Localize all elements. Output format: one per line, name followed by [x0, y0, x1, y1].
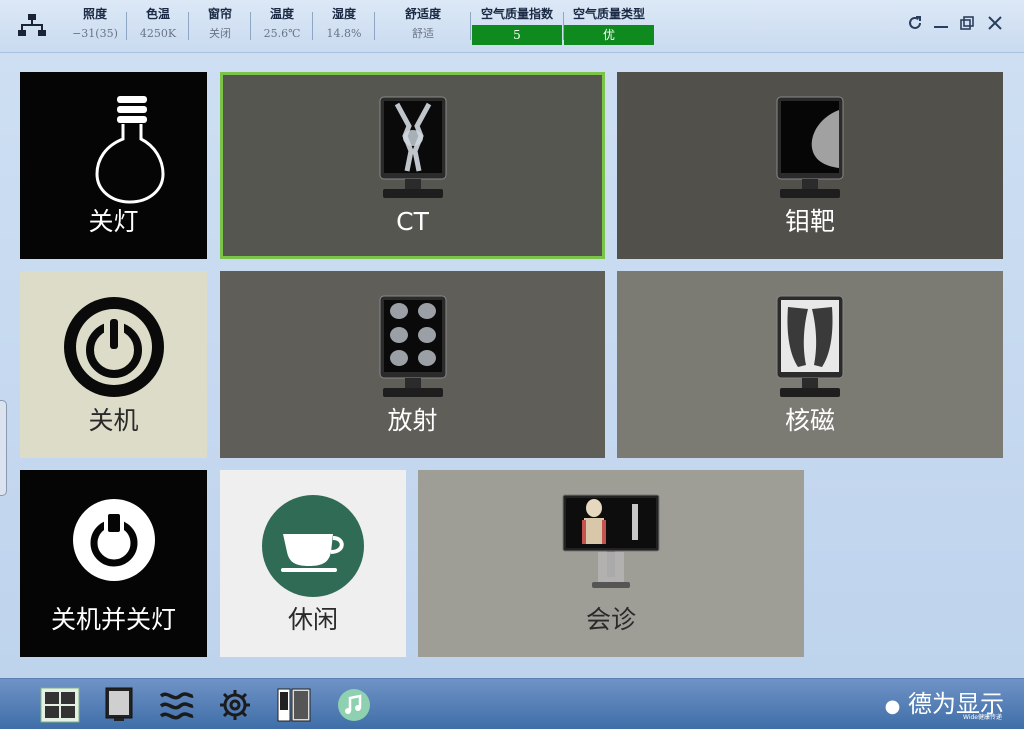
color-temp-stat: 色温 4250K	[130, 6, 186, 46]
network-icon[interactable]	[18, 12, 46, 38]
status-bar: 照度 −31(35) 色温 4250K 窗帘 关闭 温度 25.6℃ 湿度 14…	[0, 0, 1024, 53]
leisure-tile[interactable]: 休闲	[220, 470, 406, 657]
monitor-speaker-icon[interactable]	[276, 687, 312, 723]
lights-off-label: 关灯	[88, 207, 139, 236]
humidity-stat: 湿度 14.8%	[316, 6, 372, 46]
temperature-stat: 温度 25.6℃	[254, 6, 310, 46]
ct-monitor-icon	[379, 96, 447, 198]
aqi-label: 空气质量指数	[480, 7, 553, 21]
aqi-stat: 空气质量指数 5	[472, 6, 562, 45]
radiology-monitor-icon	[379, 295, 447, 397]
restore-icon[interactable]	[956, 14, 978, 36]
aqi-value: 5	[472, 25, 562, 45]
curtain-stat: 窗帘 关闭	[192, 6, 248, 46]
aq-type-stat: 空气质量类型 优	[564, 6, 654, 45]
temperature-label: 温度	[269, 7, 294, 21]
brand-subtext: Wide健康传递	[963, 714, 1002, 721]
shutdown-lights-tile[interactable]: 关机并关灯	[20, 470, 207, 657]
curtain-label: 窗帘	[207, 7, 232, 21]
waves-icon[interactable]	[158, 687, 196, 723]
consult-label: 会诊	[585, 605, 636, 634]
display-stand-icon	[562, 494, 660, 588]
comfort-value: 舒适	[412, 27, 434, 40]
divider	[188, 12, 189, 40]
mri-label: 核磁	[784, 406, 835, 435]
illuminance-label: 照度	[82, 7, 107, 21]
minimize-icon[interactable]	[930, 14, 952, 36]
mri-tile[interactable]: 核磁	[617, 271, 1003, 458]
ct-tile[interactable]: CT	[220, 72, 605, 259]
mammo-label: 钼靶	[784, 207, 835, 236]
divider	[312, 12, 313, 40]
color-temp-label: 色温	[145, 7, 170, 21]
comfort-label: 舒适度	[404, 7, 441, 21]
illuminance-value: −31(35)	[72, 27, 118, 40]
temperature-value: 25.6℃	[263, 27, 301, 40]
radiology-label: 放射	[387, 406, 438, 435]
mammo-tile[interactable]: 钼靶	[617, 72, 1003, 259]
divider	[374, 12, 375, 40]
ct-label: CT	[396, 207, 429, 236]
side-drawer-handle[interactable]	[0, 400, 7, 496]
shutdown-label: 关机	[88, 406, 139, 435]
shutdown-lights-label: 关机并关灯	[50, 605, 176, 634]
curtain-value: 关闭	[209, 27, 231, 40]
divider	[250, 12, 251, 40]
gear-icon[interactable]	[216, 687, 254, 723]
power-icon	[64, 297, 164, 397]
divider	[470, 12, 471, 40]
bulb-icon	[95, 96, 165, 204]
mri-monitor-icon	[776, 295, 844, 397]
radiology-tile[interactable]: 放射	[220, 271, 605, 458]
chest-xray-icon[interactable]	[104, 687, 134, 723]
xray-grid-icon[interactable]	[40, 687, 80, 723]
shutdown-tile[interactable]: 关机	[20, 271, 207, 458]
comfort-stat: 舒适度 舒适	[378, 6, 468, 46]
mammo-monitor-icon	[776, 96, 844, 198]
power-bulb-icon	[73, 499, 155, 581]
aq-type-label: 空气质量类型	[572, 7, 645, 21]
humidity-value: 14.8%	[326, 27, 362, 40]
close-icon[interactable]	[984, 14, 1006, 36]
bottom-toolbar: ● 德为显示 Wide健康传递	[0, 678, 1024, 729]
illuminance-stat: 照度 −31(35)	[66, 6, 124, 46]
coffee-cup-icon	[262, 495, 364, 597]
aq-type-value: 优	[564, 25, 654, 45]
wechat-icon: ●	[884, 696, 901, 717]
music-icon[interactable]	[336, 687, 372, 723]
color-temp-value: 4250K	[139, 27, 177, 40]
consult-tile[interactable]: 会诊	[418, 470, 804, 657]
divider	[126, 12, 127, 40]
refresh-icon[interactable]	[904, 14, 926, 36]
lights-off-tile[interactable]: 关灯	[20, 72, 207, 259]
humidity-label: 湿度	[331, 7, 356, 21]
leisure-label: 休闲	[287, 605, 338, 634]
